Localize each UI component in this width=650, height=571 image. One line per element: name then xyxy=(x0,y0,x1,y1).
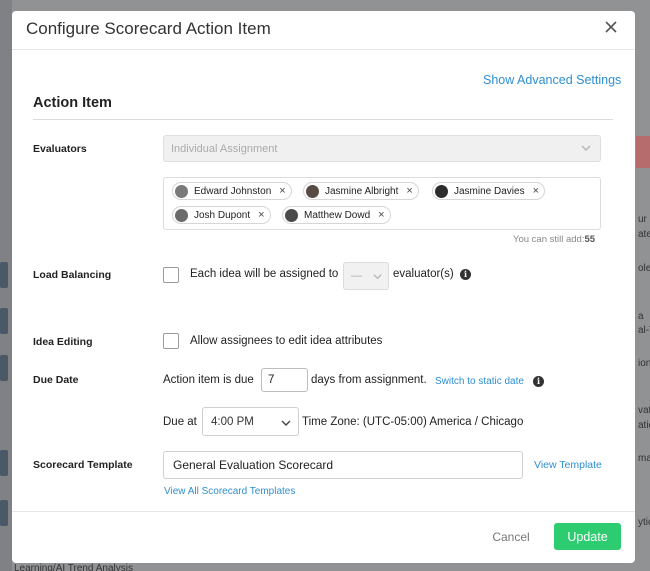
due-days-input[interactable] xyxy=(261,368,308,392)
evaluator-name: Edward Johnston xyxy=(194,185,272,197)
section-title: Action Item xyxy=(33,95,112,111)
cancel-button[interactable]: Cancel xyxy=(484,523,538,550)
background-text: atio xyxy=(638,420,650,431)
evaluator-name: Jasmine Davies xyxy=(454,185,525,197)
evaluator-name: Josh Dupont xyxy=(194,209,251,221)
evaluators-suffix-text: evaluator(s) xyxy=(393,268,454,280)
view-all-templates-link[interactable]: View All Scorecard Templates xyxy=(164,486,295,497)
evaluator-name: Jasmine Albright xyxy=(325,185,399,197)
background-text: ole xyxy=(638,263,650,274)
assignment-type-select: Individual Assignment xyxy=(163,135,601,162)
due-time-value: 4:00 PM xyxy=(211,416,254,428)
avatar xyxy=(285,208,298,222)
background-text: Learning/AI Trend Analysis xyxy=(14,563,133,571)
load-balancing-checkbox[interactable] xyxy=(163,267,179,283)
info-icon[interactable]: i xyxy=(460,269,471,280)
switch-to-static-date-link[interactable]: Switch to static date xyxy=(435,376,524,387)
remove-chip-icon[interactable]: × xyxy=(378,210,384,221)
avatar xyxy=(306,184,319,198)
evaluator-count-value: — xyxy=(351,270,362,282)
load-balancing-label: Load Balancing xyxy=(33,269,112,281)
background-accent-block xyxy=(636,136,650,168)
header-divider xyxy=(12,49,635,50)
remove-chip-icon[interactable]: × xyxy=(258,210,264,221)
due-text-after: days from assignment. xyxy=(311,374,427,386)
evaluator-chip: Matthew Dowd × xyxy=(282,206,391,224)
chevron-down-icon xyxy=(581,145,591,151)
idea-editing-checkbox[interactable] xyxy=(163,333,179,349)
modal-title: Configure Scorecard Action Item xyxy=(26,19,271,38)
remaining-count: 55 xyxy=(584,234,596,245)
due-text-before: Action item is due xyxy=(163,374,254,386)
background-thumb xyxy=(0,500,8,526)
scorecard-template-label: Scorecard Template xyxy=(33,459,133,471)
background-text: vat xyxy=(638,405,650,416)
evaluators-chip-input[interactable]: Edward Johnston × Jasmine Albright × Jas… xyxy=(163,177,601,230)
evaluator-chip: Edward Johnston × xyxy=(172,182,292,200)
idea-editing-text: Allow assignees to edit idea attributes xyxy=(190,335,383,347)
evaluator-count-select[interactable]: — xyxy=(343,262,389,290)
avatar xyxy=(435,184,448,198)
chevron-down-icon xyxy=(281,420,291,426)
background-thumb xyxy=(0,450,8,476)
evaluator-chip: Jasmine Davies × xyxy=(432,182,546,200)
evaluator-name: Matthew Dowd xyxy=(304,209,371,221)
background-thumb xyxy=(0,355,8,381)
remove-chip-icon[interactable]: × xyxy=(406,186,412,197)
background-text: ma xyxy=(638,453,650,464)
evaluator-chip: Josh Dupont × xyxy=(172,206,271,224)
close-icon[interactable] xyxy=(602,19,620,37)
background-text: ate xyxy=(638,229,650,240)
evaluators-label: Evaluators xyxy=(33,143,87,155)
background-thumb xyxy=(0,308,8,334)
background-text: al-T xyxy=(638,325,650,336)
background-text: ytic xyxy=(638,517,650,528)
configure-action-item-modal: Configure Scorecard Action Item Show Adv… xyxy=(12,11,635,563)
background-thumb xyxy=(0,262,8,288)
remaining-prefix: You can still add: xyxy=(513,234,585,245)
background-text: a xyxy=(638,311,644,322)
avatar xyxy=(175,184,188,198)
info-icon[interactable]: i xyxy=(533,376,544,387)
remove-chip-icon[interactable]: × xyxy=(533,186,539,197)
scorecard-template-input[interactable] xyxy=(163,451,523,479)
show-advanced-settings-link[interactable]: Show Advanced Settings xyxy=(483,73,621,87)
chevron-down-icon xyxy=(373,274,382,280)
remove-chip-icon[interactable]: × xyxy=(279,186,285,197)
assignment-type-value: Individual Assignment xyxy=(171,143,278,155)
avatar xyxy=(175,208,188,222)
timezone-text: Time Zone: (UTC-05:00) America / Chicago xyxy=(302,416,524,428)
due-time-select[interactable]: 4:00 PM xyxy=(202,407,299,436)
update-button[interactable]: Update xyxy=(554,523,621,550)
due-at-label: Due at xyxy=(163,416,197,428)
section-divider xyxy=(33,119,613,120)
footer-divider xyxy=(12,511,635,512)
idea-editing-label: Idea Editing xyxy=(33,336,93,348)
view-template-link[interactable]: View Template xyxy=(534,459,602,471)
evaluator-chip: Jasmine Albright × xyxy=(303,182,419,200)
load-balancing-text: Each idea will be assigned to xyxy=(190,268,339,280)
due-date-label: Due Date xyxy=(33,374,79,386)
background-text: ion xyxy=(638,358,650,369)
background-text: ur s xyxy=(638,214,650,225)
close-icon-glyph xyxy=(605,21,617,33)
remaining-count-hint: You can still add:55 xyxy=(513,234,595,245)
